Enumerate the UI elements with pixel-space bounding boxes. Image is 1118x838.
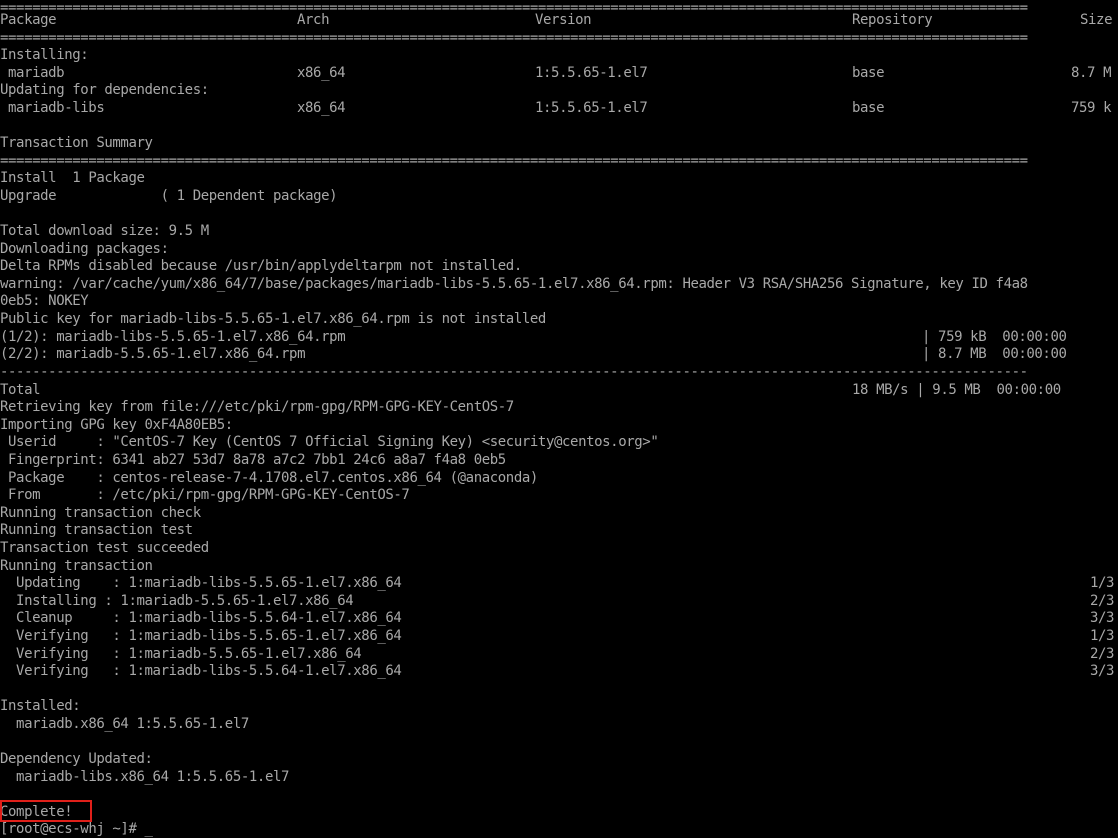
download-row: (1/2): mariadb-libs-5.5.65-1.el7.x86_64.…	[0, 329, 1118, 347]
header-size: Size	[1080, 12, 1113, 28]
progress-text: Verifying : 1:mariadb-libs-5.5.64-1.el7.…	[0, 663, 402, 679]
shell-prompt[interactable]: [root@ecs-whj ~]# _	[0, 821, 153, 838]
package-repo: base	[852, 100, 885, 116]
key-package-line: Package : centos-release-7-4.1708.el7.ce…	[0, 470, 538, 486]
retrieving-key-line: Retrieving key from file:///etc/pki/rpm-…	[0, 399, 514, 415]
package-name: mariadb	[8, 65, 65, 81]
progress-text: Verifying : 1:mariadb-libs-5.5.65-1.el7.…	[0, 628, 402, 644]
progress-count: 2/3	[1090, 593, 1115, 609]
key-userid-line: Userid : "CentOS-7 Key (CentOS 7 Officia…	[0, 434, 659, 450]
header-package: Package	[0, 12, 57, 28]
transaction-step: Running transaction	[0, 558, 153, 574]
progress-text: Verifying : 1:mariadb-5.5.65-1.el7.x86_6…	[0, 646, 362, 662]
download-name: (1/2): mariadb-libs-5.5.65-1.el7.x86_64.…	[0, 329, 346, 345]
package-arch: x86_64	[297, 65, 346, 81]
transaction-step: Running transaction test	[0, 522, 193, 538]
download-name: (2/2): mariadb-5.5.65-1.el7.x86_64.rpm	[0, 346, 306, 362]
total-download-size: Total download size: 9.5 M	[0, 223, 209, 239]
package-version: 1:5.5.65-1.el7	[535, 65, 648, 81]
installed-package: mariadb.x86_64 1:5.5.65-1.el7	[0, 716, 249, 732]
progress-row: Verifying : 1:mariadb-5.5.65-1.el7.x86_6…	[0, 646, 1118, 664]
header-repository: Repository	[852, 12, 933, 28]
progress-row: Verifying : 1:mariadb-libs-5.5.64-1.el7.…	[0, 663, 1118, 681]
key-from-line: From : /etc/pki/rpm-gpg/RPM-GPG-KEY-Cent…	[0, 487, 410, 503]
public-key-line: Public key for mariadb-libs-5.5.65-1.el7…	[0, 311, 546, 327]
package-repo: base	[852, 65, 885, 81]
progress-row: Cleanup : 1:mariadb-libs-5.5.64-1.el7.x8…	[0, 610, 1118, 628]
installing-label: Installing:	[0, 47, 89, 63]
total-row: Total 18 MB/s | 9.5 MB 00:00:00	[0, 382, 1118, 400]
importing-key-line: Importing GPG key 0xF4A80EB5:	[0, 417, 233, 433]
progress-count: 2/3	[1090, 646, 1115, 662]
download-stats: | 759 kB 00:00:00	[922, 329, 1067, 345]
updating-deps-label: Updating for dependencies:	[0, 82, 209, 98]
progress-count: 3/3	[1090, 663, 1115, 679]
dependency-updated-package: mariadb-libs.x86_64 1:5.5.65-1.el7	[0, 769, 290, 785]
progress-row: Updating : 1:mariadb-libs-5.5.65-1.el7.x…	[0, 575, 1118, 593]
table-header: Package Arch Version Repository Size	[0, 12, 1118, 30]
progress-text: Cleanup : 1:mariadb-libs-5.5.64-1.el7.x8…	[0, 610, 402, 626]
install-count-line: Install 1 Package	[0, 170, 145, 186]
installed-label: Installed:	[0, 698, 81, 714]
table-row: mariadb x86_64 1:5.5.65-1.el7 base 8.7 M	[0, 65, 1118, 83]
package-name: mariadb-libs	[8, 100, 105, 116]
warning-line-continued: 0eb5: NOKEY	[0, 293, 89, 309]
dash-separator-line: ----------------------------------------…	[0, 364, 1028, 380]
progress-count: 3/3	[1090, 610, 1115, 626]
terminal-window[interactable]: ========================================…	[0, 0, 1118, 838]
header-version: Version	[535, 12, 592, 28]
key-fingerprint-line: Fingerprint: 6341 ab27 53d7 8a78 a7c2 7b…	[0, 452, 506, 468]
highlight-box	[0, 800, 92, 822]
total-stats: 18 MB/s | 9.5 MB 00:00:00	[852, 382, 1061, 398]
progress-count: 1/3	[1090, 628, 1115, 644]
progress-row: Installing : 1:mariadb-5.5.65-1.el7.x86_…	[0, 593, 1118, 611]
warning-line: warning: /var/cache/yum/x86_64/7/base/pa…	[0, 276, 1028, 292]
progress-count: 1/3	[1090, 575, 1115, 591]
separator-line: ========================================…	[0, 30, 1028, 46]
dependency-updated-label: Dependency Updated:	[0, 751, 153, 767]
download-row: (2/2): mariadb-5.5.65-1.el7.x86_64.rpm |…	[0, 346, 1118, 364]
delta-rpms-line: Delta RPMs disabled because /usr/bin/app…	[0, 258, 522, 274]
package-size: 8.7 M	[1071, 65, 1112, 81]
header-arch: Arch	[297, 12, 330, 28]
progress-row: Verifying : 1:mariadb-libs-5.5.65-1.el7.…	[0, 628, 1118, 646]
transaction-step: Running transaction check	[0, 505, 201, 521]
transaction-summary-title: Transaction Summary	[0, 135, 153, 151]
package-arch: x86_64	[297, 100, 346, 116]
transaction-step: Transaction test succeeded	[0, 540, 209, 556]
package-size: 759 k	[1071, 100, 1112, 116]
upgrade-count-line: Upgrade ( 1 Dependent package)	[0, 188, 338, 204]
downloading-packages-line: Downloading packages:	[0, 241, 169, 257]
total-label: Total	[0, 382, 41, 398]
progress-text: Updating : 1:mariadb-libs-5.5.65-1.el7.x…	[0, 575, 402, 591]
package-version: 1:5.5.65-1.el7	[535, 100, 648, 116]
download-stats: | 8.7 MB 00:00:00	[922, 346, 1067, 362]
separator-line: ========================================…	[0, 153, 1028, 169]
progress-text: Installing : 1:mariadb-5.5.65-1.el7.x86_…	[0, 593, 354, 609]
table-row: mariadb-libs x86_64 1:5.5.65-1.el7 base …	[0, 100, 1118, 118]
